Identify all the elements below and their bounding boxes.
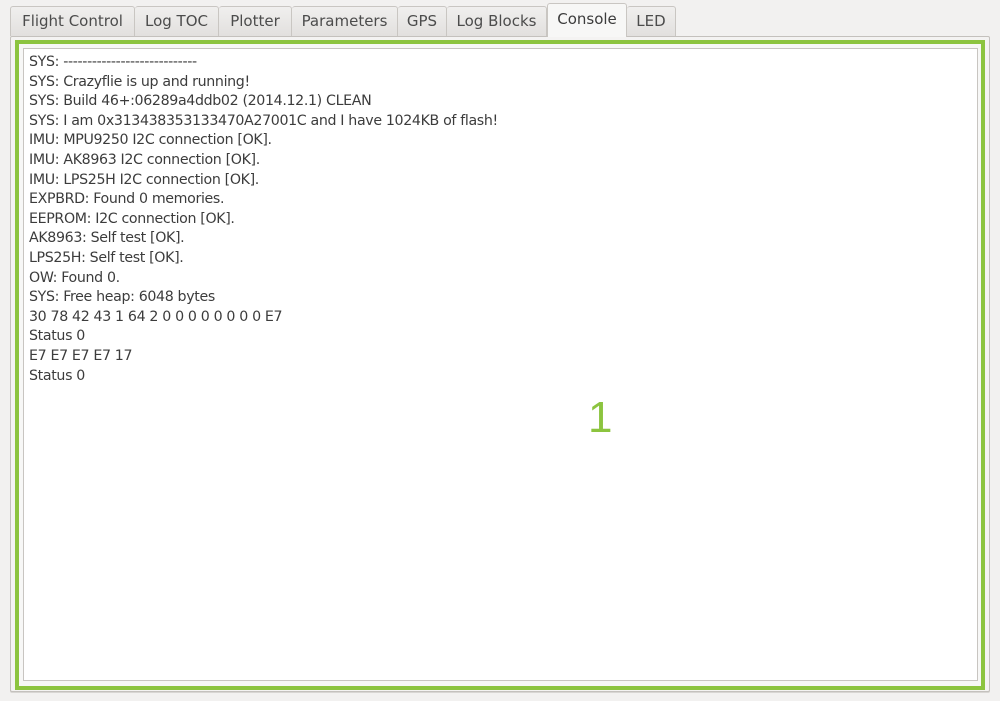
tab-gps[interactable]: GPS [398, 6, 447, 36]
console-line: Status 0 [29, 328, 85, 345]
console-line: SYS: Free heap: 6048 bytes [29, 289, 215, 306]
annotation-number-label: 1 [588, 393, 613, 442]
console-line: SYS: Build 46+:06289a4ddb02 (2014.12.1) … [29, 93, 372, 110]
console-line: E7 E7 E7 E7 17 [29, 347, 133, 364]
console-line: Status 0 [29, 367, 85, 384]
console-output[interactable]: SYS: ---------------------------- SYS: C… [23, 48, 978, 681]
tab-led[interactable]: LED [627, 6, 676, 36]
console-line: IMU: LPS25H I2C connection [OK]. [29, 171, 259, 188]
console-line: 30 78 42 43 1 64 2 0 0 0 0 0 0 0 0 E7 [29, 308, 283, 325]
console-line: SYS: ---------------------------- [29, 54, 197, 70]
tab-parameters[interactable]: Parameters [292, 6, 398, 36]
console-line: IMU: AK8963 I2C connection [OK]. [29, 151, 260, 168]
console-line: EXPBRD: Found 0 memories. [29, 191, 225, 208]
tab-console[interactable]: Console [547, 3, 627, 37]
tab-bar: Flight Control Log TOC Plotter Parameter… [10, 0, 1000, 37]
console-line: OW: Found 0. [29, 269, 120, 286]
tab-flight-control[interactable]: Flight Control [10, 6, 135, 36]
console-line: LPS25H: Self test [OK]. [29, 249, 184, 266]
console-line: SYS: I am 0x313438353133470A27001C and I… [29, 112, 498, 129]
console-line: IMU: MPU9250 I2C connection [OK]. [29, 132, 272, 149]
console-line: AK8963: Self test [OK]. [29, 230, 185, 247]
console-line: SYS: Crazyflie is up and running! [29, 73, 250, 90]
tab-plotter[interactable]: Plotter [219, 6, 292, 36]
tab-log-blocks[interactable]: Log Blocks [447, 6, 547, 36]
tab-log-toc[interactable]: Log TOC [135, 6, 219, 36]
console-line: EEPROM: I2C connection [OK]. [29, 210, 235, 227]
